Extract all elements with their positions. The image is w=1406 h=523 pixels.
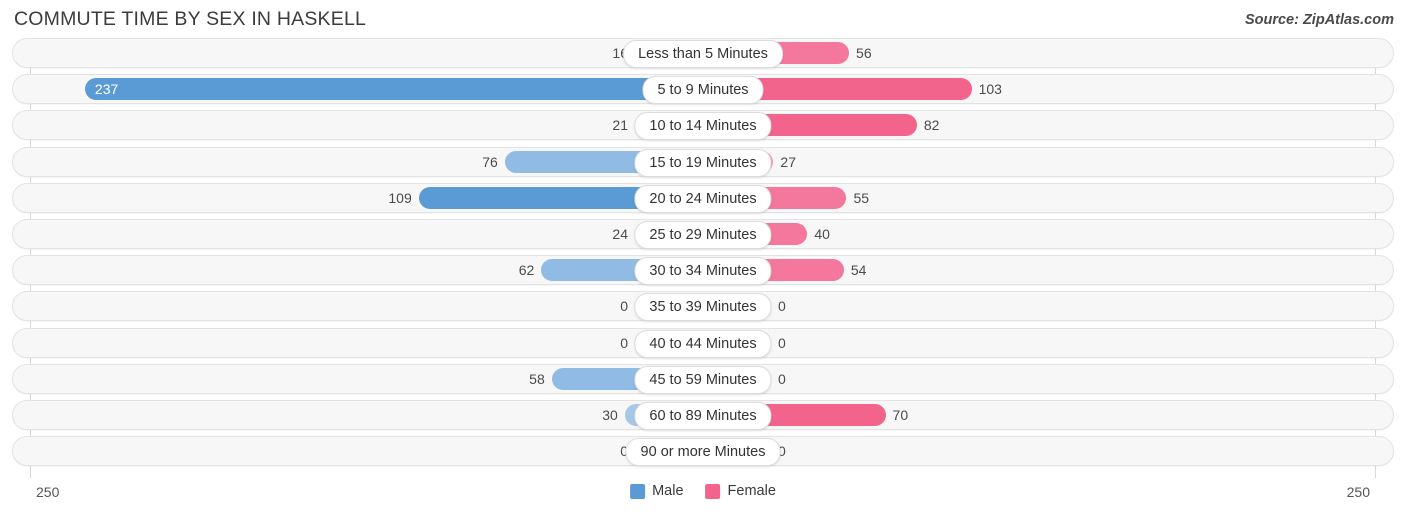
male-value-label: 62 [518, 262, 535, 279]
chart-row: 24 40 25 to 29 Minutes [12, 218, 1394, 249]
chart-row: 0 0 40 to 44 Minutes [12, 327, 1394, 358]
chart-row: 30 70 60 to 89 Minutes [12, 399, 1394, 430]
category-label: 10 to 14 Minutes [634, 112, 772, 141]
male-value-label: 76 [482, 153, 498, 170]
category-label: 5 to 9 Minutes [642, 76, 764, 105]
chart-row: 62 54 30 to 34 Minutes [12, 255, 1394, 286]
category-label: 15 to 19 Minutes [634, 148, 772, 177]
female-value-label: 82 [923, 117, 940, 134]
female-value-label: 0 [778, 334, 786, 351]
male-value-label: 0 [620, 334, 628, 351]
category-label: 40 to 44 Minutes [634, 329, 772, 358]
male-value-label: 30 [602, 406, 618, 423]
male-bar[interactable]: 237 [84, 78, 703, 101]
male-value-label: 109 [388, 189, 412, 206]
chart-row: 21 82 10 to 14 Minutes [12, 110, 1394, 141]
female-value-label: 103 [978, 81, 1002, 98]
male-value-label: 24 [612, 225, 628, 242]
male-value-label: 21 [612, 117, 628, 134]
category-label: 90 or more Minutes [625, 438, 781, 467]
chart-row: 0 0 35 to 39 Minutes [12, 291, 1394, 322]
category-label: 45 to 59 Minutes [634, 365, 772, 394]
source-attribution: Source: ZipAtlas.com [1244, 12, 1394, 28]
legend-label: Male [652, 483, 684, 499]
chart-plot-area: 16 56 Less than 5 Minutes 237 103 5 to 9 Minu… [12, 38, 1394, 478]
female-value-label: 27 [780, 153, 796, 170]
chart-header: COMMUTE TIME BY SEX IN HASKELL Source: Z… [0, 0, 1406, 38]
female-value-label: 0 [778, 298, 786, 315]
female-value-label: 54 [850, 262, 867, 279]
legend-label: Female [727, 483, 776, 499]
male-value-label: 237 [94, 81, 119, 98]
legend-item-female[interactable]: Female [705, 483, 776, 499]
male-value-label: 58 [529, 370, 545, 387]
axis-max-left: 250 [36, 484, 60, 500]
legend-swatch-icon [630, 483, 646, 499]
female-value-label: 0 [778, 370, 786, 387]
legend-swatch-icon [705, 483, 721, 499]
category-label: Less than 5 Minutes [623, 40, 783, 68]
chart-rows: 16 56 Less than 5 Minutes 237 103 5 to 9 Minu… [12, 38, 1394, 467]
axis-max-right: 250 [1346, 484, 1370, 500]
male-bar-group: 237 [84, 78, 703, 101]
chart-row: 0 0 90 or more Minutes [12, 436, 1394, 467]
female-value-label: 40 [814, 225, 830, 242]
category-label: 35 to 39 Minutes [634, 293, 772, 322]
category-label: 25 to 29 Minutes [634, 220, 772, 249]
chart-row: 109 55 20 to 24 Minutes [12, 182, 1394, 213]
chart-legend: Male Female [630, 483, 776, 499]
chart-row: 16 56 Less than 5 Minutes [12, 38, 1394, 68]
male-value-label: 0 [620, 298, 628, 315]
female-value-label: 55 [853, 189, 870, 206]
chart-footer: 250 250 Male Female [12, 478, 1394, 516]
chart-row: 76 27 15 to 19 Minutes [12, 146, 1394, 177]
female-value-label: 56 [856, 45, 872, 61]
chart-row: 58 0 45 to 59 Minutes [12, 363, 1394, 394]
page-title: COMMUTE TIME BY SEX IN HASKELL [14, 8, 367, 30]
female-value-label: 70 [892, 406, 909, 423]
category-label: 30 to 34 Minutes [634, 257, 772, 286]
category-label: 60 to 89 Minutes [634, 401, 772, 430]
category-label: 20 to 24 Minutes [634, 184, 772, 213]
legend-item-male[interactable]: Male [630, 483, 684, 499]
chart-row: 237 103 5 to 9 Minutes [12, 74, 1394, 105]
